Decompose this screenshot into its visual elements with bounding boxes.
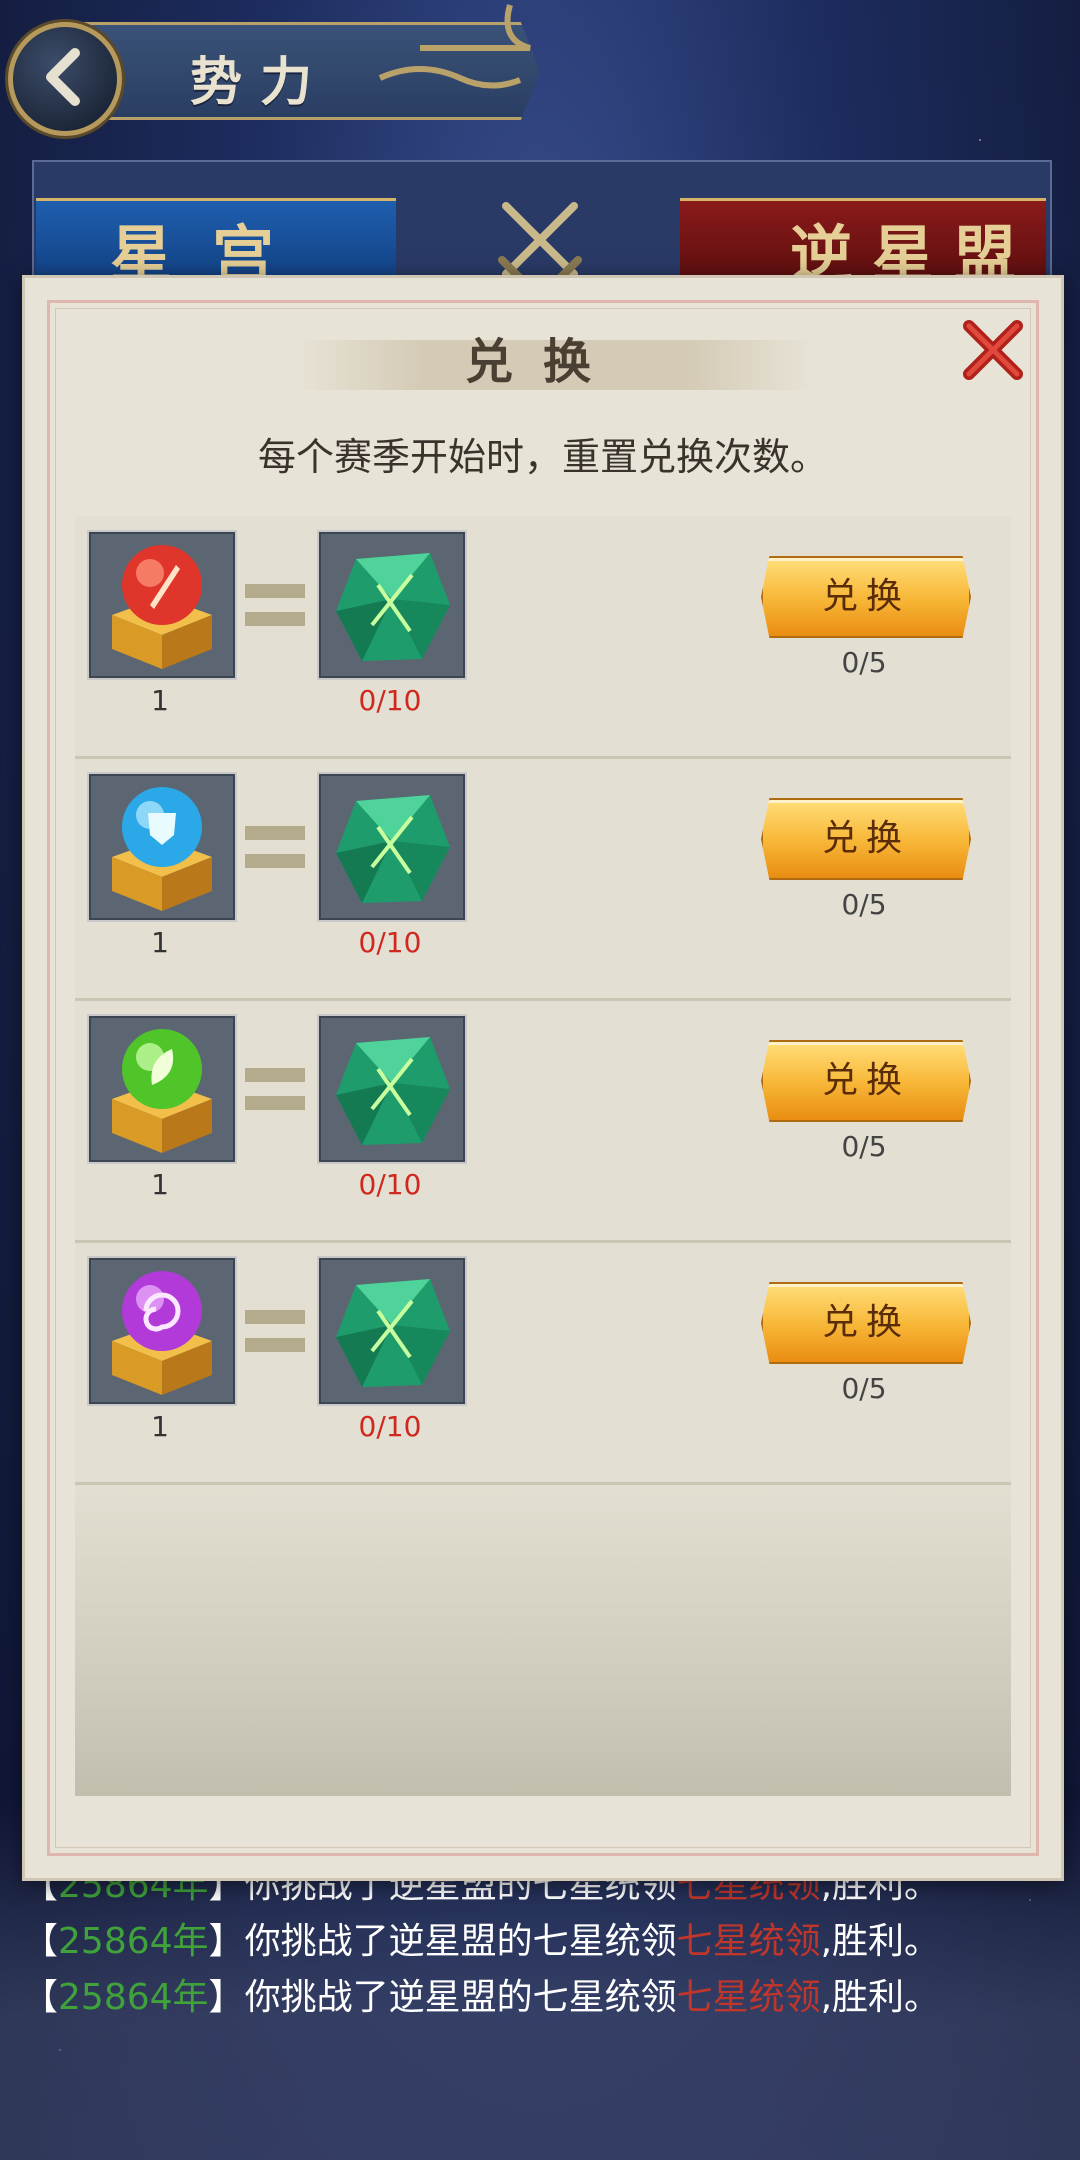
exchange-limit: 0/5 — [841, 646, 887, 679]
exchange-row: 1 0/10 兑换 0/5 — [75, 516, 1011, 759]
exchange-row: 1 0/10 兑换 0/5 — [75, 758, 1011, 1001]
item-slot[interactable] — [87, 530, 237, 680]
item-cost: 1 — [151, 684, 169, 717]
exchange-dialog: 兑换 每个赛季开始时，重置兑换次数。 1 0/10 兑换 0/5 1 0/10 … — [22, 275, 1064, 1881]
exchange-limit: 0/5 — [841, 888, 887, 921]
owned-count: 0/10 — [358, 926, 422, 959]
equals-sign — [245, 826, 305, 840]
equals-sign — [245, 584, 305, 598]
equals-sign — [245, 612, 305, 626]
back-button[interactable] — [8, 22, 122, 136]
reward-slot[interactable] — [317, 1014, 467, 1164]
equals-sign — [245, 1338, 305, 1352]
dialog-title: 兑换 — [464, 334, 621, 390]
crossed-swords-icon — [498, 202, 582, 280]
equals-sign — [245, 1096, 305, 1110]
exchange-limit: 0/5 — [841, 1372, 887, 1405]
reward-slot[interactable] — [317, 530, 467, 680]
item-cost: 1 — [151, 926, 169, 959]
landscape-watermark — [75, 1478, 1011, 1796]
page-title: 势力 — [190, 52, 331, 113]
exchange-button[interactable]: 兑换 — [761, 1282, 971, 1364]
purple-swirl-orb-icon — [112, 1271, 212, 1395]
item-slot[interactable] — [87, 1014, 237, 1164]
exchange-limit: 0/5 — [841, 1130, 887, 1163]
green-leaf-orb-icon — [112, 1029, 212, 1153]
equals-sign — [245, 1068, 305, 1082]
green-gem-icon — [336, 1037, 450, 1145]
log-line: 【25864年】你挑战了逆星盟的七星统领七星统领,胜利。 — [22, 1977, 941, 2018]
exchange-button[interactable]: 兑换 — [761, 798, 971, 880]
equals-sign — [245, 1310, 305, 1324]
reward-slot[interactable] — [317, 1256, 467, 1406]
red-sword-orb-icon — [112, 545, 212, 669]
close-button[interactable] — [959, 316, 1027, 384]
owned-count: 0/10 — [358, 1168, 422, 1201]
green-gem-icon — [336, 795, 450, 903]
log-name: 七星统领 — [676, 1977, 821, 2018]
blue-shield-orb-icon — [112, 787, 212, 911]
close-icon — [963, 320, 1023, 380]
cloud-ornament-icon — [378, 4, 531, 89]
item-cost: 1 — [151, 1410, 169, 1443]
exchange-button[interactable]: 兑换 — [761, 556, 971, 638]
reward-slot[interactable] — [317, 772, 467, 922]
green-gem-icon — [336, 1279, 450, 1387]
owned-count: 0/10 — [358, 1410, 422, 1443]
log-year: 25864年 — [58, 1977, 209, 2018]
log-year: 25864年 — [58, 1921, 209, 1962]
top-bar: 势力 — [0, 0, 560, 136]
chevron-left-icon — [46, 48, 80, 106]
exchange-button[interactable]: 兑换 — [761, 1040, 971, 1122]
owned-count: 0/10 — [358, 684, 422, 717]
item-slot[interactable] — [87, 772, 237, 922]
item-cost: 1 — [151, 1168, 169, 1201]
exchange-row: 1 0/10 兑换 0/5 — [75, 1242, 1011, 1485]
log-name: 七星统领 — [676, 1921, 821, 1962]
reset-notice: 每个赛季开始时，重置兑换次数。 — [257, 435, 828, 479]
equals-sign — [245, 854, 305, 868]
log-line: 【25864年】你挑战了逆星盟的七星统领七星统领,胜利。 — [22, 1921, 941, 1962]
green-gem-icon — [336, 553, 450, 661]
exchange-row: 1 0/10 兑换 0/5 — [75, 1000, 1011, 1243]
item-slot[interactable] — [87, 1256, 237, 1406]
